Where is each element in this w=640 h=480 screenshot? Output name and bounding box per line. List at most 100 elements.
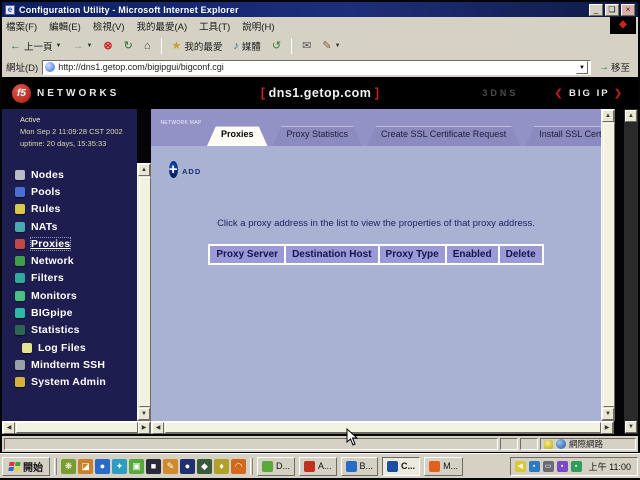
sidebar-item-filters[interactable]: Filters	[15, 270, 137, 287]
tray-network-icon[interactable]: ▪	[571, 461, 582, 472]
sidebar-item-system-admin-label: System Admin	[31, 376, 106, 388]
forward-dropdown-icon[interactable]: ▼	[86, 43, 92, 49]
tab-proxies[interactable]: Proxies	[207, 126, 268, 146]
quick-launch-icon-2[interactable]: ◪	[78, 459, 93, 474]
scroll-left-icon[interactable]: ◀	[3, 422, 15, 434]
menu-help[interactable]: 說明(H)	[242, 19, 274, 33]
sidebar-item-system-admin[interactable]: System Admin	[15, 374, 137, 391]
content-vertical-scrollbar[interactable]: ▲ ▼	[601, 109, 615, 421]
sidebar-item-monitors[interactable]: Monitors	[15, 287, 137, 304]
taskbar-window-button-4[interactable]: C...	[382, 457, 420, 476]
zone-label: 網際網路	[569, 438, 603, 450]
tray-scheduler-icon[interactable]: ▪	[557, 461, 568, 472]
scroll-up-icon[interactable]: ▲	[602, 110, 614, 122]
sidebar-item-nodes[interactable]: Nodes	[15, 166, 137, 183]
forward-button[interactable]: →▼	[68, 39, 96, 53]
sidebar-item-pools[interactable]: Pools	[15, 183, 137, 200]
scroll-up-icon[interactable]: ▲	[625, 110, 637, 122]
stop-button[interactable]: ⊗	[99, 39, 116, 53]
tray-display-icon[interactable]: ▭	[543, 461, 554, 472]
tray-messenger-icon[interactable]: ▪	[529, 461, 540, 472]
minimize-button[interactable]: _	[589, 4, 603, 16]
quick-launch-icon-9[interactable]: ◆	[197, 459, 212, 474]
media-button[interactable]: ♪媒體	[229, 38, 265, 54]
home-button[interactable]: ⌂	[140, 39, 155, 53]
quick-launch-icon-10[interactable]: ♦	[214, 459, 229, 474]
edit-button[interactable]: ✎▼	[318, 39, 344, 53]
back-dropdown-icon[interactable]: ▼	[56, 43, 62, 49]
mouse-cursor	[346, 428, 358, 446]
taskbar-window-button-5[interactable]: M...	[424, 457, 463, 476]
tab-proxy-statistics[interactable]: Proxy Statistics	[273, 126, 363, 146]
close-button[interactable]: ×	[621, 4, 635, 16]
back-button[interactable]: ←上一頁▼	[6, 38, 65, 54]
tab-install-ssl-certif[interactable]: Install SSL Certif	[525, 126, 601, 146]
go-button[interactable]: →移至	[595, 59, 634, 75]
history-button[interactable]: ↺	[268, 39, 285, 53]
taskbar-window-button-1[interactable]: D...	[257, 457, 295, 476]
menu-file[interactable]: 檔案(F)	[6, 19, 37, 33]
taskbar-window-button-3[interactable]: B...	[341, 457, 379, 476]
quick-launch-icon-5[interactable]: ▣	[129, 459, 144, 474]
bigpipe-icon	[15, 308, 25, 318]
quick-launch-icon-4[interactable]: ✦	[112, 459, 127, 474]
scroll-down-icon[interactable]: ▼	[625, 421, 637, 433]
address-input[interactable]	[58, 62, 576, 72]
sidebar-scroll-thumb[interactable]	[139, 177, 151, 407]
ie-throbber-icon: ◆	[610, 17, 636, 34]
address-dropdown-icon[interactable]: ▼	[576, 61, 588, 74]
menu-tools[interactable]: 工具(T)	[199, 19, 230, 33]
content-horizontal-scrollbar[interactable]: ◀ ▶	[151, 421, 614, 434]
browser-toolbar: ←上一頁▼ →▼ ⊗ ↻ ⌂ ★我的最愛 ♪媒體 ↺ ✉ ✎▼	[2, 35, 638, 57]
sidebar-hscroll-thumb[interactable]	[16, 422, 138, 433]
refresh-button[interactable]: ↻	[120, 39, 137, 53]
sidebar-item-proxies[interactable]: Proxies	[15, 235, 137, 252]
quick-launch-icon-1[interactable]: ❋	[61, 459, 76, 474]
scroll-right-icon[interactable]: ▶	[601, 422, 613, 434]
sidebar-item-statistics[interactable]: Statistics	[15, 322, 137, 339]
tab-create-ssl-certificate-request[interactable]: Create SSL Certificate Request	[367, 126, 520, 146]
toolbar-grip	[250, 458, 253, 475]
scroll-down-icon[interactable]: ▼	[602, 408, 614, 420]
quick-launch-icon-6[interactable]: ■	[146, 459, 161, 474]
edit-dropdown-icon[interactable]: ▼	[335, 43, 341, 49]
go-icon: →	[599, 62, 609, 73]
quick-launch-icon-3[interactable]: ●	[95, 459, 110, 474]
tray-volume-icon[interactable]: ◀	[515, 461, 526, 472]
menu-favorites[interactable]: 我的最愛(A)	[136, 19, 187, 33]
taskbar-window-label: B...	[360, 461, 374, 471]
sidebar-horizontal-scrollbar[interactable]: ◀ ▶	[2, 421, 151, 434]
sidebar-item-bigpipe[interactable]: BIGpipe	[15, 304, 137, 321]
toolbar-separator	[291, 38, 292, 54]
mail-button[interactable]: ✉	[298, 39, 315, 53]
rules-icon	[15, 204, 25, 214]
proxy-table-header-row: Proxy ServerDestination HostProxy TypeEn…	[208, 244, 543, 265]
start-button[interactable]: 開始	[2, 457, 50, 476]
quick-launch-icon-7[interactable]: ✎	[163, 459, 178, 474]
menu-edit[interactable]: 編輯(E)	[49, 19, 81, 33]
scroll-down-icon[interactable]: ▼	[138, 408, 150, 420]
sidebar-item-nats[interactable]: NATs	[15, 218, 137, 235]
scroll-right-icon[interactable]: ▶	[138, 422, 150, 434]
sidebar-item-mindterm-ssh[interactable]: Mindterm SSH	[15, 356, 137, 373]
content-hscroll-thumb[interactable]	[165, 422, 601, 433]
add-proxy-button[interactable]: + ADD	[165, 158, 205, 182]
sidebar-item-network[interactable]: Network	[15, 252, 137, 269]
scroll-up-icon[interactable]: ▲	[138, 164, 150, 176]
scroll-left-icon[interactable]: ◀	[152, 422, 164, 434]
taskbar-window-button-2[interactable]: A...	[299, 457, 337, 476]
system-status: Active Mon Sep 2 11:09:28 CST 2002 uptim…	[2, 109, 137, 150]
window-vertical-scrollbar[interactable]: ▲ ▼	[624, 109, 638, 434]
sidebar-item-log-files[interactable]: Log Files	[15, 339, 137, 356]
sidebar-item-filters-label: Filters	[31, 272, 64, 284]
sidebar-item-rules[interactable]: Rules	[15, 201, 137, 218]
status-pane	[500, 438, 518, 450]
restore-button[interactable]: ❏	[605, 4, 619, 16]
favorites-button[interactable]: ★我的最愛	[168, 38, 227, 54]
content-scroll-thumb[interactable]	[603, 123, 615, 407]
quick-launch-icon-8[interactable]: ●	[180, 459, 195, 474]
menu-view[interactable]: 檢視(V)	[93, 19, 125, 33]
quick-launch-icon-11[interactable]: ◠	[231, 459, 246, 474]
sidebar-vertical-scrollbar[interactable]: ▲ ▼	[137, 163, 151, 421]
network-map-button[interactable]: NETWORK MAP	[159, 111, 203, 129]
